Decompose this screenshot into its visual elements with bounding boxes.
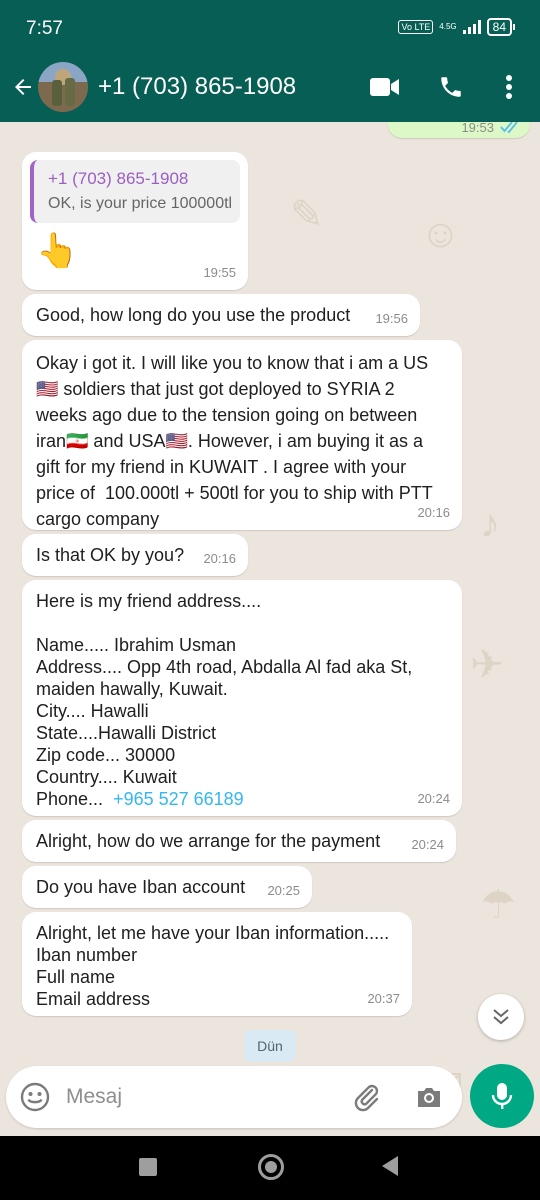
message-bubble-reply[interactable]: +1 (703) 865-1908 OK, is your price 1000… bbox=[22, 152, 248, 290]
message-text: Here is my friend address.... Name..... … bbox=[22, 580, 462, 820]
wallpaper-doodle: ☂ bbox=[480, 883, 516, 927]
message-time: 20:16 bbox=[417, 505, 450, 520]
wallpaper-doodle: ♪ bbox=[480, 502, 500, 546]
message-bubble[interactable]: Here is my friend address.... Name..... … bbox=[22, 580, 462, 816]
message-time: 20:25 bbox=[267, 883, 300, 898]
message-input[interactable] bbox=[66, 1080, 336, 1114]
chat-header: +1 (703) 865-1908 bbox=[0, 52, 540, 122]
camera-icon[interactable] bbox=[414, 1082, 444, 1112]
system-navigation-bar bbox=[0, 1136, 540, 1200]
message-time: 19:55 bbox=[203, 265, 236, 280]
message-text: Okay i got it. I will like you to know t… bbox=[36, 353, 438, 529]
attach-icon[interactable] bbox=[352, 1082, 382, 1112]
contact-avatar[interactable] bbox=[38, 62, 88, 112]
outgoing-message-partial[interactable]: 19:53 bbox=[388, 122, 530, 138]
quoted-sender: +1 (703) 865-1908 bbox=[48, 169, 189, 188]
message-text: Alright, let me have your Iban informati… bbox=[36, 923, 390, 1009]
chevron-double-down-icon[interactable] bbox=[478, 994, 524, 1040]
status-indicators: Vo LTE 4.5G 84 bbox=[398, 18, 516, 36]
message-time: 19:53 bbox=[461, 122, 494, 135]
address-text: Here is my friend address.... Name..... … bbox=[36, 591, 413, 809]
signal-icon bbox=[462, 20, 481, 34]
recents-icon[interactable] bbox=[139, 1158, 157, 1176]
message-text: Good, how long do you use the product bbox=[36, 305, 351, 325]
date-separator: Dün bbox=[244, 1030, 296, 1062]
quoted-text: OK, is your price 100000tl bbox=[48, 195, 233, 212]
message-composer bbox=[6, 1066, 462, 1128]
message-text: Alright, how do we arrange for the payme… bbox=[36, 831, 381, 851]
phone-link[interactable]: +965 527 66189 bbox=[113, 789, 244, 809]
more-options-icon[interactable] bbox=[492, 70, 526, 104]
status-time: 7:57 bbox=[26, 18, 63, 39]
home-icon[interactable] bbox=[258, 1154, 284, 1180]
status-bar: 7:57 Vo LTE 4.5G 84 bbox=[0, 0, 540, 52]
message-bubble[interactable]: Is that OK by you? 20:16 bbox=[22, 534, 248, 576]
mic-icon[interactable] bbox=[470, 1064, 534, 1128]
message-bubble[interactable]: Alright, how do we arrange for the payme… bbox=[22, 820, 456, 862]
message-time: 20:24 bbox=[411, 837, 444, 852]
quoted-message[interactable]: +1 (703) 865-1908 OK, is your price 1000… bbox=[30, 160, 240, 223]
read-ticks-icon bbox=[500, 122, 518, 133]
message-bubble[interactable]: Do you have Iban account 20:25 bbox=[22, 866, 312, 908]
message-time: 20:16 bbox=[203, 551, 236, 566]
wallpaper-doodle: ☺ bbox=[420, 212, 461, 256]
message-bubble[interactable]: Okay i got it. I will like you to know t… bbox=[22, 340, 462, 530]
message-bubble[interactable]: Good, how long do you use the product 19… bbox=[22, 294, 420, 336]
message-time: 19:56 bbox=[375, 311, 408, 326]
message-time: 20:37 bbox=[367, 991, 400, 1006]
wallpaper-doodle: ✈ bbox=[470, 643, 504, 687]
message-bubble[interactable]: Alright, let me have your Iban informati… bbox=[22, 912, 412, 1016]
volte-indicator: Vo LTE bbox=[398, 20, 434, 34]
network-type: 4.5G bbox=[439, 22, 457, 31]
chat-area[interactable]: ✎ ☺ ♪ ✈ ☂ ✉ 19:53 +1 (703) 865-1908 OK, … bbox=[0, 122, 540, 1136]
back-arrow-icon[interactable] bbox=[8, 67, 38, 107]
battery-icon: 84 bbox=[486, 18, 516, 36]
system-back-icon[interactable] bbox=[382, 1156, 398, 1176]
video-call-icon[interactable] bbox=[368, 70, 402, 104]
voice-call-icon[interactable] bbox=[434, 70, 468, 104]
contact-name[interactable]: +1 (703) 865-1908 bbox=[98, 73, 296, 101]
wallpaper-doodle: ✎ bbox=[290, 193, 324, 237]
emoji-icon[interactable] bbox=[20, 1082, 50, 1112]
message-time: 20:24 bbox=[417, 791, 450, 806]
